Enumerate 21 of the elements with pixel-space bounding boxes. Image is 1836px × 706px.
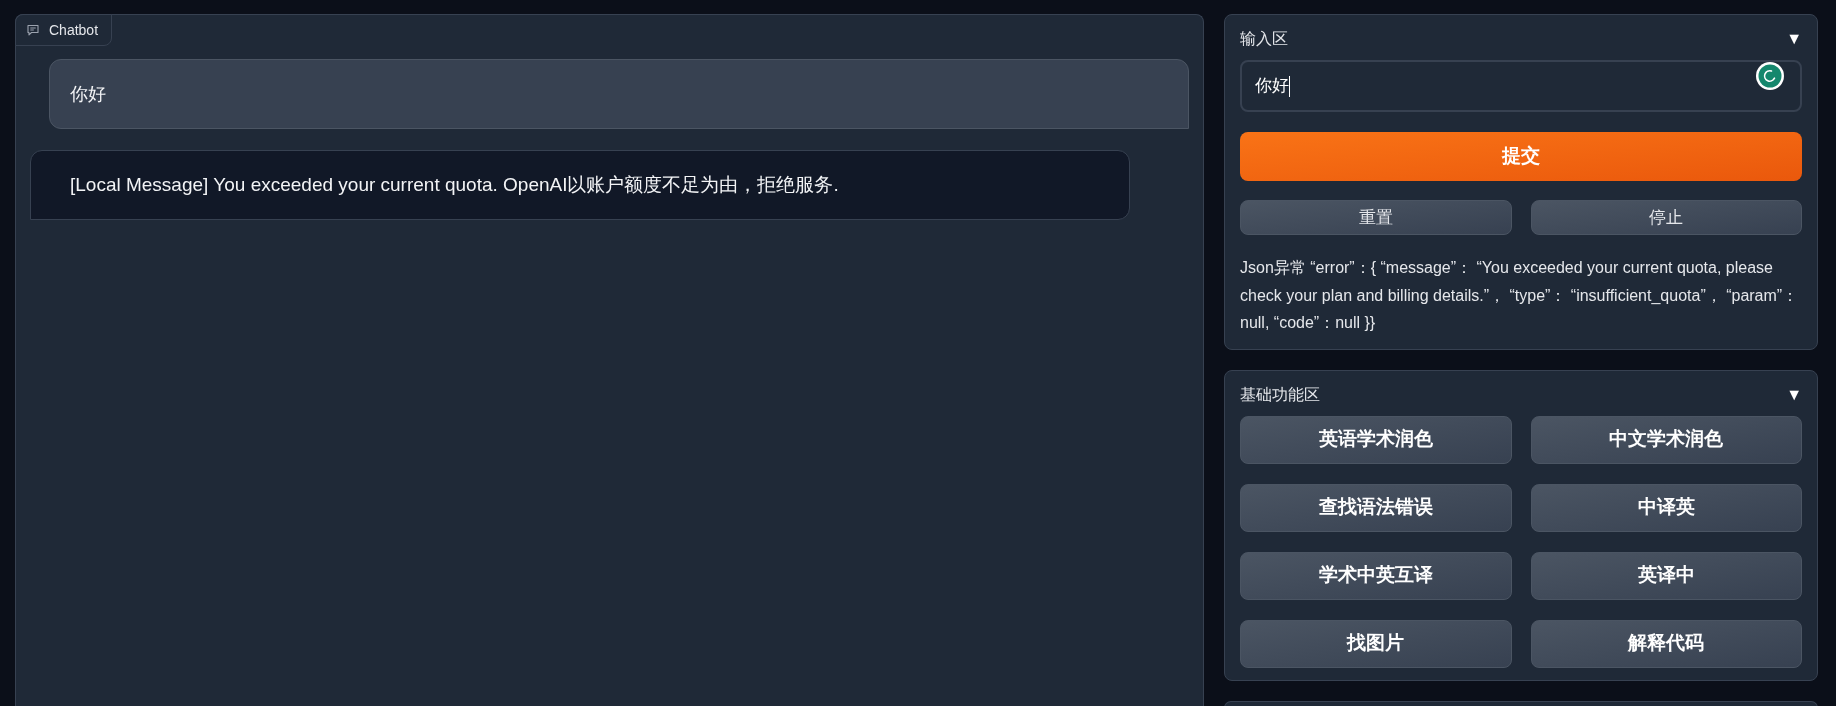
label-text: Chatbot [49, 20, 99, 40]
panel-title: 输入区 [1240, 29, 1288, 49]
panel-title: 基础功能区 [1240, 384, 1320, 405]
function-button[interactable]: 英译中 [1530, 551, 1802, 600]
collapse-toggle[interactable]: ▼ [1786, 31, 1802, 47]
function-button[interactable]: 解释代码 [1530, 619, 1802, 668]
user-message: 你好 [49, 59, 1189, 129]
input-field[interactable]: 你好 [1240, 60, 1802, 112]
action-button[interactable]: 重置 [1240, 200, 1512, 235]
function-button[interactable]: 中文学术润色 [1530, 415, 1802, 464]
bot-message: [Local Message] You exceeded your current quota. OpenAI以账户额度不足为由，拒绝服务. [30, 150, 1130, 220]
function-button[interactable]: 查找语法错误 [1240, 483, 1512, 532]
ring-badge-icon[interactable] [1756, 62, 1784, 90]
function-button[interactable]: 英语学术润色 [1240, 415, 1512, 464]
chat-icon [27, 24, 39, 36]
function-button[interactable]: 学术中英互译 [1240, 551, 1512, 600]
action-button[interactable]: 停止 [1530, 200, 1802, 235]
error-message: Json异常 “error”：{ “message”： “You exceeded your current quota, please check your plan and billing details.”， “type”： “insufficient_quota”， “param”：null, “code”：null }} [1240, 258, 1800, 333]
collapse-toggle[interactable]: ▼ [1786, 386, 1802, 403]
function-button[interactable]: 找图片 [1240, 619, 1512, 668]
function-button[interactable]: 中译英 [1530, 483, 1802, 532]
